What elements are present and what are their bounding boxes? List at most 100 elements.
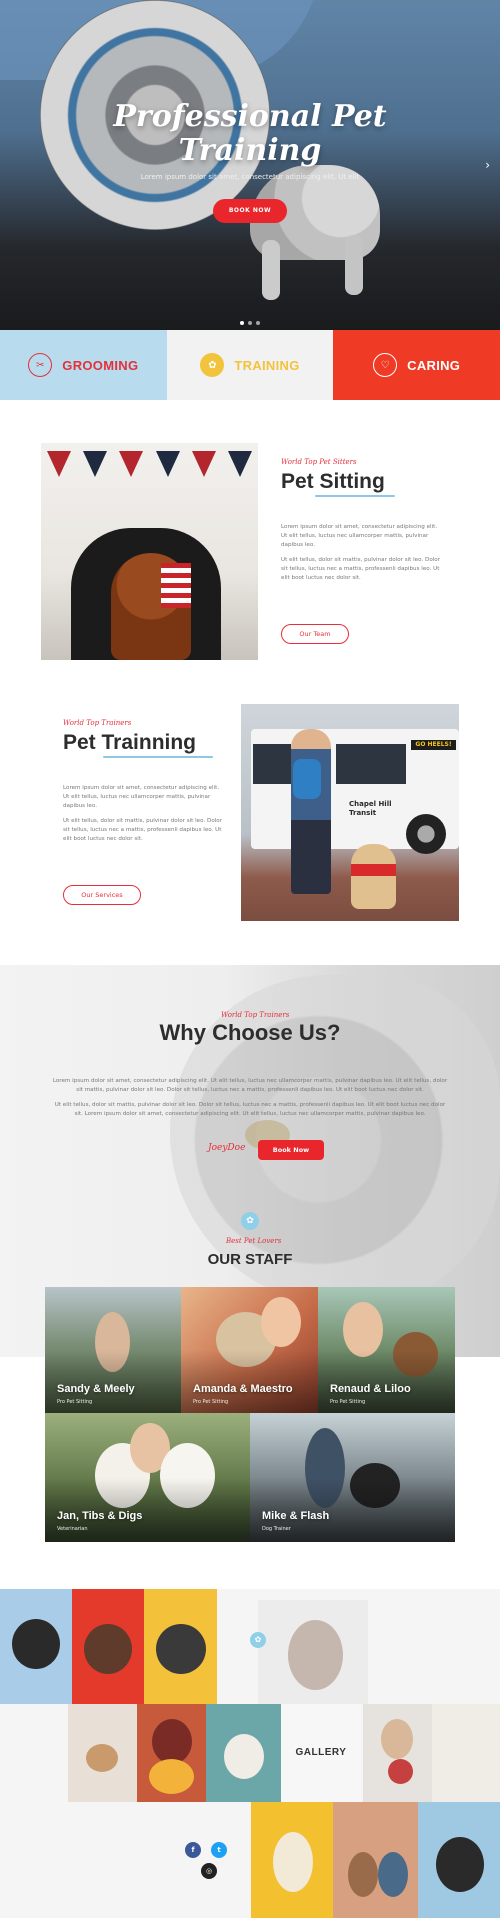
services-strip: ✂ GROOMING ✿ TRAINING ♡ CARING <box>0 330 500 400</box>
title-underline <box>315 495 395 497</box>
chat-bubble-icon[interactable]: ✿ <box>250 1632 266 1648</box>
gallery-photo[interactable] <box>0 1589 72 1704</box>
pet-training-image: GO HEELS! Chapel Hill Transit <box>241 704 459 921</box>
gallery-photo[interactable] <box>418 1802 500 1918</box>
service-caring[interactable]: ♡ CARING <box>333 330 500 400</box>
dog-figure <box>84 1624 132 1674</box>
our-services-button[interactable]: Our Services <box>63 885 141 905</box>
gallery-photo[interactable] <box>432 1704 500 1802</box>
staff-name: Jan, Tibs & Digs <box>57 1510 143 1522</box>
staff-role: Pro Pet Sitting <box>330 1399 366 1405</box>
facebook-icon[interactable]: f <box>185 1842 201 1858</box>
signature: JoeyDoe <box>208 1143 246 1153</box>
title-underline <box>103 756 213 758</box>
pet-training-para1: Lorem ipsum dolor sit amet, consectetur … <box>63 785 220 809</box>
hero-title: Professional Pet Training <box>0 100 500 168</box>
why-kicker: World Top Trainers <box>221 1011 290 1019</box>
person-figure <box>261 1297 301 1347</box>
bus-sign: GO HEELS! <box>411 740 456 750</box>
paw-icon: ✿ <box>200 353 225 377</box>
staff-card[interactable]: Renaud & Liloo Pro Pet Sitting <box>318 1287 455 1413</box>
instagram-icon[interactable]: ◎ <box>201 1863 217 1879</box>
staff-role: Veterinarian <box>57 1526 88 1532</box>
gallery-photo[interactable] <box>68 1704 137 1802</box>
dog-figure <box>288 1620 343 1690</box>
gallery-photo[interactable] <box>333 1802 418 1918</box>
service-label: CARING <box>407 357 461 373</box>
pet-sitting-kicker: World Top Pet Sitters <box>281 458 357 466</box>
slider-dots <box>240 321 260 325</box>
slider-dot[interactable] <box>256 321 260 325</box>
backpack <box>293 759 321 799</box>
dog-figure <box>348 1852 378 1897</box>
staff-card[interactable]: Jan, Tibs & Digs Veterinarian <box>45 1413 250 1542</box>
pet-sitting-para1: Lorem ipsum dolor sit amet, consectetur … <box>281 524 438 548</box>
cat-figure <box>224 1734 264 1779</box>
dog-figure <box>378 1852 408 1897</box>
why-title: Why Choose Us? <box>159 1020 341 1045</box>
staff-card[interactable]: Sandy & Meely Pro Pet Sitting <box>45 1287 181 1413</box>
why-para2: Ut elit tellus, dolor sit mattis, pulvin… <box>54 1102 446 1117</box>
our-team-button[interactable]: Our Team <box>281 624 349 644</box>
staff-role: Pro Pet Sitting <box>57 1399 93 1405</box>
scissors-icon: ✂ <box>28 353 53 377</box>
staff-card[interactable]: Amanda & Maestro Pro Pet Sitting <box>181 1287 318 1413</box>
heart-icon: ♡ <box>373 353 398 377</box>
staff-role: Pro Pet Sitting <box>193 1399 229 1405</box>
person-figure <box>381 1719 413 1759</box>
staff-kicker: Best Pet Lovers <box>226 1237 282 1245</box>
why-para1: Lorem ipsum dolor sit amet, consectetur … <box>52 1078 448 1093</box>
slider-dot[interactable] <box>248 321 252 325</box>
bunting-decoration <box>41 451 258 481</box>
book-now-button[interactable]: BOOK NOW <box>213 199 287 223</box>
pug-figure <box>12 1619 60 1669</box>
gallery-photo[interactable] <box>363 1704 432 1802</box>
staff-name: Mike & Flash <box>262 1510 330 1522</box>
twitter-icon[interactable]: t <box>211 1842 227 1858</box>
gallery-photo[interactable] <box>72 1589 144 1704</box>
pet-training-title: Pet Trainning <box>63 731 197 754</box>
labrador-dog <box>351 844 396 909</box>
pet-training-kicker: World Top Trainers <box>63 719 132 727</box>
staff-name: Sandy & Meely <box>57 1383 135 1395</box>
bus-window <box>336 744 406 784</box>
service-label: TRAINING <box>234 357 300 373</box>
hero-subtitle: Lorem ipsum dolor sit amet, consectetur … <box>140 173 360 181</box>
dog-figure <box>388 1759 413 1784</box>
staff-title: OUR STAFF <box>207 1251 293 1268</box>
dog-figure <box>273 1832 313 1892</box>
trainer-figure <box>291 729 331 894</box>
cat-figure <box>86 1744 118 1772</box>
service-grooming[interactable]: ✂ GROOMING <box>0 330 167 400</box>
staff-role: Dog Trainer <box>262 1526 291 1532</box>
gallery-photo[interactable] <box>258 1600 368 1704</box>
gallery-label: GALLERY <box>281 1704 361 1802</box>
staff-name: Renaud & Liloo <box>330 1383 411 1395</box>
gallery-photo[interactable] <box>251 1802 333 1918</box>
bus-text: Chapel Hill Transit <box>349 800 392 817</box>
gallery-photo[interactable] <box>144 1589 217 1704</box>
pet-sitting-title: Pet Sitting <box>281 470 385 493</box>
book-now-button[interactable]: Book Now <box>258 1140 324 1160</box>
gallery-photo[interactable] <box>137 1704 206 1802</box>
staff-card[interactable]: Mike & Flash Dog Trainer <box>250 1413 455 1542</box>
paw-icon: ✿ <box>241 1212 259 1230</box>
person-figure <box>343 1302 383 1357</box>
pet-training-para2: Ut elit tellus, dolor sit mattis, pulvin… <box>63 818 223 842</box>
hero-title-line1: Professional Pet <box>113 99 387 134</box>
hero-title-line2: Training <box>178 133 322 168</box>
flag <box>161 563 191 608</box>
bus-wheel <box>406 814 446 854</box>
shirt <box>149 1759 194 1794</box>
next-slide-arrow-icon[interactable]: › <box>485 158 490 172</box>
bus-window <box>253 744 291 784</box>
service-training[interactable]: ✿ TRAINING <box>166 330 334 400</box>
pug-figure <box>156 1624 206 1674</box>
pug-figure <box>436 1837 484 1892</box>
gallery-photo[interactable] <box>206 1704 281 1802</box>
slider-dot-active[interactable] <box>240 321 244 325</box>
service-label: GROOMING <box>62 357 139 373</box>
staff-name: Amanda & Maestro <box>193 1383 293 1395</box>
pet-sitting-image <box>41 443 258 660</box>
dog-harness <box>351 864 396 876</box>
